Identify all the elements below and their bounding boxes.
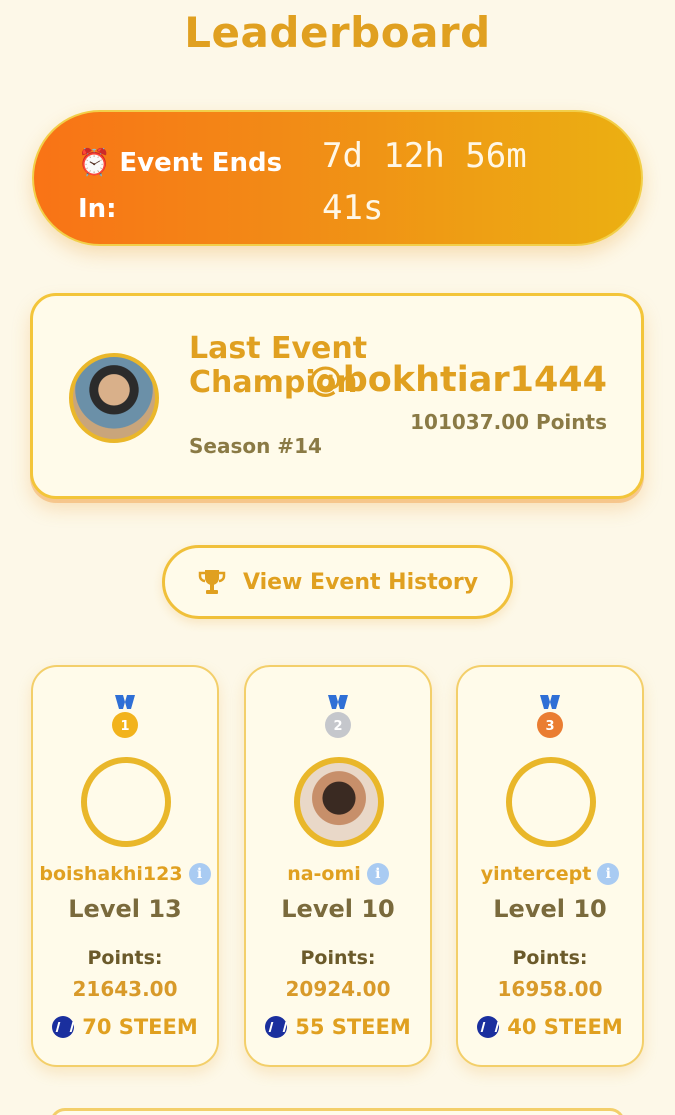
steem-reward: 40 STEEM	[507, 1015, 623, 1039]
champion-avatar	[69, 353, 159, 443]
info-icon[interactable]: i	[366, 863, 389, 885]
podium-username[interactable]: na-omi	[287, 863, 361, 885]
podium-username[interactable]: boishakhi123	[39, 863, 182, 885]
user-level: Level 10	[493, 895, 607, 923]
view-event-history-button[interactable]: View Event History	[162, 545, 513, 619]
medal-rank-2: 2	[333, 719, 342, 734]
user-avatar	[506, 757, 596, 847]
champion-points: 101037.00 Points	[410, 410, 607, 434]
info-icon[interactable]: i	[188, 863, 211, 885]
countdown-value: 7d 12h 56m 41s	[322, 136, 527, 228]
user-level: Level 13	[68, 895, 182, 923]
steem-reward: 70 STEEM	[82, 1015, 198, 1039]
view-event-history-label: View Event History	[242, 569, 479, 595]
steem-reward: 55 STEEM	[295, 1015, 411, 1039]
points-value: 16958.00	[497, 977, 603, 1001]
points-label: Points:	[87, 947, 163, 969]
medal-rank-1: 1	[120, 719, 129, 734]
steem-icon	[265, 1016, 288, 1038]
points-label: Points:	[512, 947, 588, 969]
event-countdown-banner: ⏰ Event Ends In: 7d 12h 56m 41s	[32, 110, 643, 246]
user-avatar	[294, 757, 384, 847]
countdown-label: ⏰ Event Ends In:	[78, 148, 283, 224]
champion-username[interactable]: @bokhtiar1444	[308, 360, 607, 400]
silver-medal-icon: 2	[325, 695, 351, 738]
podium-card-3[interactable]: 3 yintercept i Level 10 Points: 16958.00…	[456, 665, 644, 1067]
podium-username[interactable]: yintercept	[481, 863, 592, 885]
trophy-icon	[198, 570, 226, 594]
points-value: 21643.00	[72, 977, 178, 1001]
bronze-medal-icon: 3	[537, 695, 563, 738]
info-icon[interactable]: i	[597, 863, 620, 885]
podium-card-2[interactable]: 2 na-omi i Level 10 Points: 20924.00 55 …	[244, 665, 432, 1067]
points-value: 20924.00	[285, 977, 391, 1001]
steem-icon	[52, 1016, 75, 1038]
user-avatar	[81, 757, 171, 847]
points-label: Points:	[300, 947, 376, 969]
champion-season: Season #14	[189, 434, 322, 458]
last-champion-card: Last Event Champion Season #14 @bokhtiar…	[30, 293, 644, 499]
podium-card-1[interactable]: 1 boishakhi123 i Level 13 Points: 21643.…	[31, 665, 219, 1067]
leaderboard-list-edge	[50, 1108, 625, 1115]
steem-icon	[477, 1016, 500, 1038]
gold-medal-icon: 1	[112, 695, 138, 738]
page-title: Leaderboard	[184, 8, 491, 57]
user-level: Level 10	[281, 895, 395, 923]
medal-rank-3: 3	[545, 719, 554, 734]
